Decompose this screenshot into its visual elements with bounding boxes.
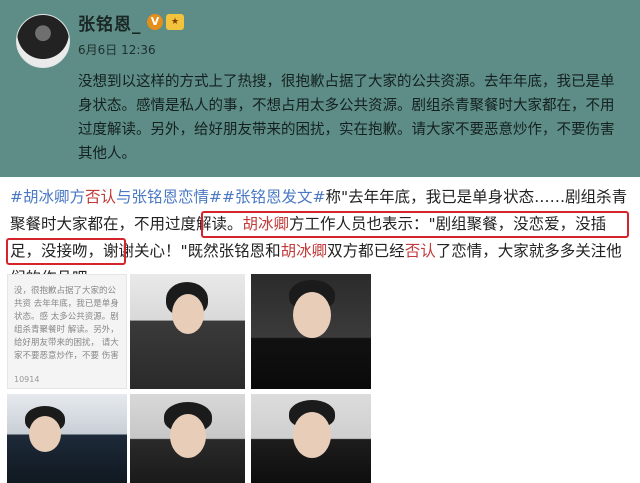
- photo-thumbnail-3[interactable]: [251, 274, 371, 389]
- conclusion-text-1: 既然张铭恩和: [187, 242, 281, 260]
- photo-thumbnail-4[interactable]: [7, 394, 127, 483]
- weibo-post-card: 张铭恩_ V ★ 6月6日 12:36 没想到以这样的方式上了热搜，很抱歉占据了…: [0, 0, 640, 177]
- conclusion-text-2: 双方都已经: [327, 242, 405, 260]
- verified-badge-icon: V: [147, 14, 163, 30]
- hashtag-link-2[interactable]: #张铭恩发文#: [222, 188, 325, 206]
- denial-keyword-2: 否认: [404, 242, 436, 260]
- post-timestamp[interactable]: 6月6日 12:36: [78, 41, 156, 58]
- vip-badge-icon: ★: [166, 14, 184, 30]
- hashtag-link-1[interactable]: #胡冰卿方否认与张铭恩恋情#: [10, 188, 222, 206]
- thumbnail-count: 10914: [14, 375, 40, 384]
- screenshot-thumbnail[interactable]: 没，很抱歉占据了大家的公共资 去年年底，我已是单身状态。感 太多公共资源。剧组杀…: [7, 274, 127, 389]
- name-keyword-2: 胡冰卿: [280, 242, 328, 260]
- highlight-box-statement: [201, 211, 629, 238]
- avatar[interactable]: [16, 14, 70, 68]
- photo-thumbnail-5[interactable]: [130, 394, 245, 483]
- photo-thumbnail-2[interactable]: [130, 274, 245, 389]
- post-username[interactable]: 张铭恩_: [78, 10, 142, 35]
- thumbnail-text: 没，很抱歉占据了大家的公共资 去年年底，我已是单身状态。感 太多公共资源。剧组杀…: [14, 286, 119, 361]
- denial-keyword: 否认: [85, 188, 117, 206]
- photo-thumbnail-6[interactable]: [251, 394, 371, 483]
- post-body-text: 没想到以这样的方式上了热搜，很抱歉占据了大家的公共资源。去年年底，我已是单身状态…: [78, 74, 615, 162]
- highlight-box-thanks: [6, 238, 126, 265]
- user-badges: V ★: [147, 14, 184, 30]
